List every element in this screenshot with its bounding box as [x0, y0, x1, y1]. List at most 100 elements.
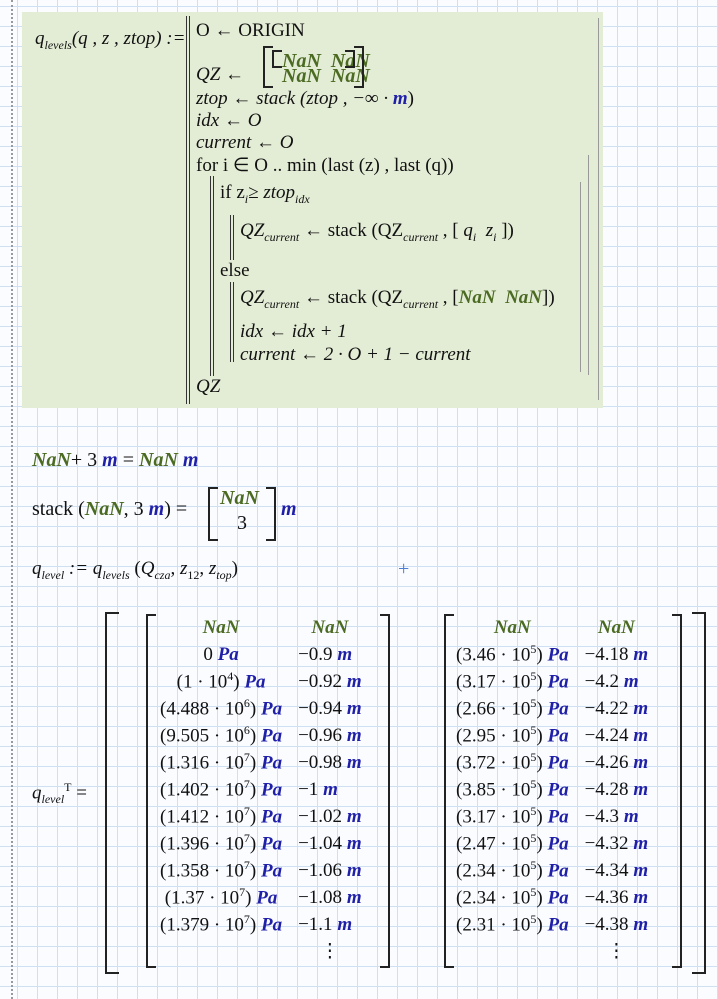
depth-value: −0.92: [298, 670, 343, 692]
cell-depth: −1 m: [290, 776, 370, 803]
pressure-exponent: 6: [243, 696, 250, 711]
matrix-header: NaN: [448, 614, 577, 641]
pressure-mantissa: 1.358: [166, 860, 210, 882]
line-ztop[interactable]: ztop ← stack (ztop , −∞ · m): [196, 88, 414, 110]
line-qz-stack-if[interactable]: QZcurrent ← stack (QZcurrent , [ qi zi ]…: [240, 220, 514, 245]
pressure-exponent: 7: [243, 858, 250, 873]
matrix-1[interactable]: NaN NaN 0 Pa −0.9 m (1 · 104) Pa −0.92 m (4.48…: [152, 614, 370, 965]
unit-pa: Pa: [547, 698, 569, 720]
line-current-flip[interactable]: current ← 2 · O + 1 − current: [240, 344, 471, 366]
pressure-mantissa: 2.66: [462, 698, 496, 720]
matrix1-bracket-right: [380, 614, 390, 968]
outer-bracket-left: [105, 612, 119, 974]
line-return[interactable]: QZ: [196, 376, 220, 398]
line-current[interactable]: current ← O: [196, 132, 293, 154]
matrix-row: (3.17 · 105) Pa −4.2 m: [448, 668, 656, 695]
idx-text: idx ← O: [196, 110, 262, 131]
unit-m: m: [633, 832, 649, 854]
cell-pressure: (9.505 · 106) Pa: [160, 723, 283, 747]
nan-label: NaN: [597, 616, 635, 638]
pressure-exponent: 4: [227, 669, 234, 684]
eval-nan-plus[interactable]: NaN+ 3 m = NaN m: [32, 449, 198, 472]
line-origin[interactable]: O ← ORIGIN: [196, 20, 305, 42]
depth-value: −1.1: [298, 913, 333, 935]
bracket: [354, 46, 364, 88]
cell-depth: −1.08 m: [290, 884, 370, 911]
unit-m: m: [346, 805, 362, 827]
pressure-mantissa: 1.402: [166, 779, 210, 801]
unit-m: m: [392, 88, 408, 109]
line-qz-stack-else[interactable]: QZcurrent ← stack (QZcurrent , [NaN NaN]…: [240, 287, 555, 312]
depth-value: −1: [298, 778, 319, 800]
depth-value: −4.28: [584, 778, 629, 800]
pressure-exponent: 7: [243, 912, 250, 927]
matrix-2[interactable]: NaN NaN (3.46 · 105) Pa −4.18 m (3.17 · 105)…: [448, 614, 656, 965]
unit-m: m: [346, 859, 362, 881]
depth-value: −1.08: [298, 886, 343, 908]
depth-value: −4.36: [584, 886, 629, 908]
else-body-bar: [230, 282, 234, 362]
line-else[interactable]: else: [220, 260, 250, 282]
cell-pressure: (2.47 · 105) Pa: [456, 831, 569, 855]
pressure-exponent: 5: [530, 723, 537, 738]
line-idx[interactable]: idx ← O: [196, 110, 261, 132]
result-lhs[interactable]: qlevelT =: [32, 780, 87, 807]
unit-pa: Pa: [547, 752, 569, 774]
unit-pa: Pa: [547, 833, 569, 855]
unit-pa: Pa: [547, 887, 569, 909]
fn-args: (q , z , ztop) :=: [71, 28, 186, 49]
unit-pa: Pa: [260, 914, 283, 936]
function-definition[interactable]: qlevels(q , z , ztop) :=: [35, 28, 185, 53]
cell-depth: −4.38 m: [577, 911, 657, 938]
pressure-mantissa: 2.95: [462, 725, 496, 747]
program-bar: [186, 16, 190, 404]
line-for[interactable]: for i ∈ O .. min (last (z) , last (q)): [196, 154, 454, 177]
matrix-row: (1.316 · 107) Pa −0.98 m: [152, 749, 370, 776]
unit-m: m: [346, 751, 362, 773]
fn-sub: levels: [44, 37, 72, 52]
cell-pressure: (1.358 · 107) Pa: [160, 858, 283, 882]
matrix-header: NaN: [152, 614, 290, 641]
matrix-row: (1.379 · 107) Pa −1.1 m: [152, 911, 370, 938]
depth-value: −1.02: [298, 805, 343, 827]
pressure-mantissa: 3.72: [462, 752, 496, 774]
pressure-exponent: 5: [530, 885, 537, 900]
empty-cell: [448, 938, 577, 965]
cell-pressure: (3.46 · 105) Pa: [456, 642, 569, 666]
eval-stack[interactable]: stack (NaN, 3 m) =: [32, 498, 187, 521]
ztop-text: ztop ← stack (ztop , −∞ ·: [196, 88, 393, 109]
cell-depth: −0.98 m: [290, 749, 370, 776]
ellipsis: ⋮: [606, 941, 626, 962]
if-text: if z: [220, 182, 245, 203]
line-idx-inc[interactable]: idx ← idx + 1: [240, 321, 347, 343]
pressure-exponent: 5: [530, 831, 537, 846]
cell-pressure: (1.37 · 107) Pa: [164, 885, 278, 909]
matrix-header: NaN: [577, 614, 657, 641]
unit-m: m: [346, 670, 362, 692]
cell-depth: −4.2 m: [577, 668, 657, 695]
pressure-exponent: 7: [243, 750, 250, 765]
bracket: [266, 487, 276, 541]
cell-depth: −0.92 m: [290, 668, 370, 695]
matrix-row: (4.488 · 106) Pa −0.94 m: [152, 695, 370, 722]
line-if[interactable]: if zi≥ ztopidx: [220, 182, 310, 207]
assign-q-level[interactable]: qlevel := qlevels (Qcza, z12, ztop): [32, 558, 238, 583]
cell-pressure: (2.34 · 105) Pa: [456, 885, 569, 909]
matrix-header: NaN: [290, 614, 370, 641]
pressure-mantissa: 3.17: [462, 671, 496, 693]
unit-m: m: [323, 778, 338, 800]
matrix-row: (3.72 · 105) Pa −4.26 m: [448, 749, 656, 776]
cell-depth: −1.1 m: [290, 911, 370, 938]
cell-pressure: (2.34 · 105) Pa: [456, 858, 569, 882]
matrix-row: (3.46 · 105) Pa −4.18 m: [448, 641, 656, 668]
nan-label: NaN: [202, 616, 240, 638]
unit-m: m: [633, 859, 649, 881]
unit-m: m: [346, 697, 362, 719]
cell-pressure: (1 · 104) Pa: [176, 669, 266, 693]
matrix-row: (2.47 · 105) Pa −4.32 m: [448, 830, 656, 857]
cell-pressure: (3.17 · 105) Pa: [456, 804, 569, 828]
nan-label: NaN: [493, 616, 531, 638]
unit-pa: Pa: [260, 806, 283, 828]
line-qz-init[interactable]: QZ ←: [196, 64, 244, 86]
matrix-ellipsis-row: ⋮: [152, 938, 370, 965]
